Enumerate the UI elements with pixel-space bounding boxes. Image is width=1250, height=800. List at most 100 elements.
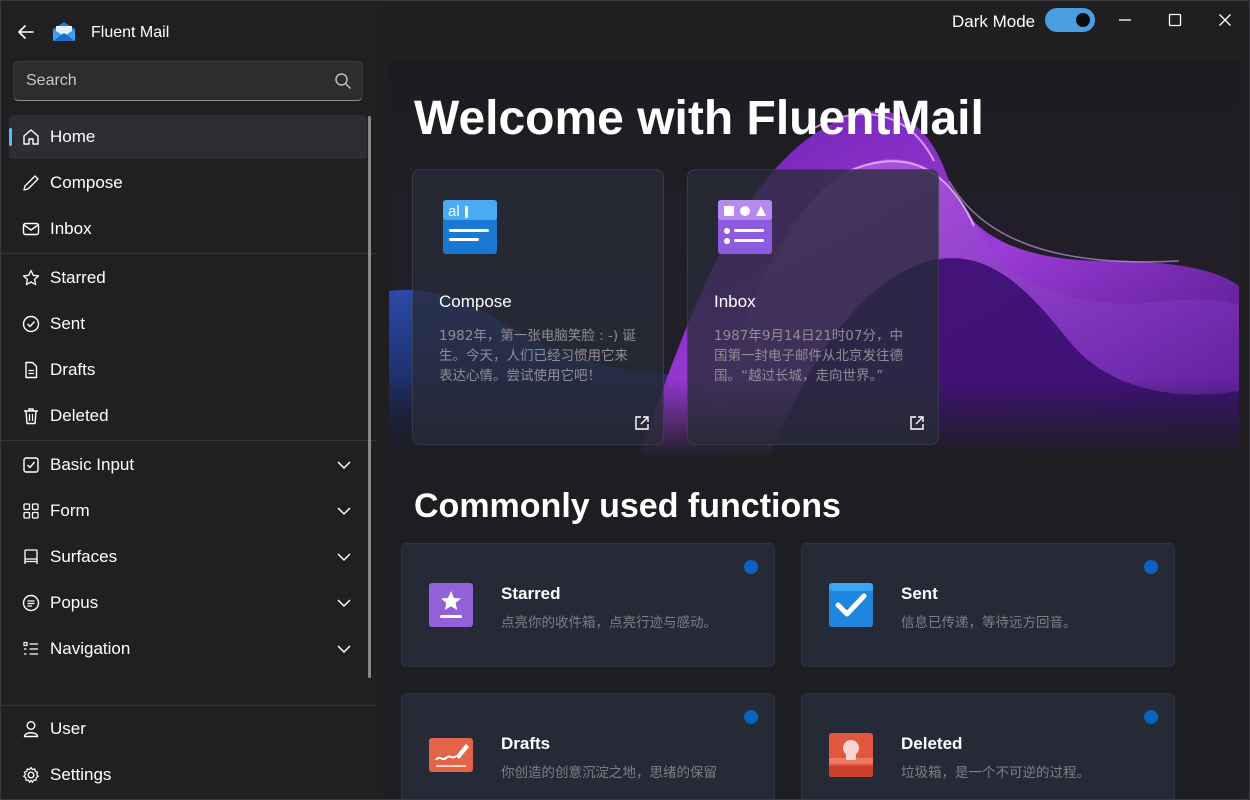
deleted-function-card[interactable]: Deleted 垃圾箱，是一个不可逆的过程。 (801, 693, 1175, 799)
sidebar-item-label: Drafts (50, 360, 96, 379)
sidebar-item-label: User (50, 719, 86, 738)
sidebar-item-label: Starred (50, 268, 106, 287)
sidebar-item-label: Basic Input (50, 455, 135, 474)
sidebar-item-starred[interactable]: Starred (9, 256, 367, 300)
search-icon[interactable] (334, 72, 352, 90)
maximize-icon (1168, 13, 1182, 27)
card-title: Sent (901, 584, 938, 603)
pencil-icon (21, 173, 41, 193)
sidebar-scrollbar[interactable] (368, 116, 371, 678)
sidebar-item-label: Inbox (50, 219, 92, 238)
card-description: 1982年，第一张电脑笑脸 : -) 诞生。今天，人们已经习惯用它来表达心情。尝… (439, 328, 636, 384)
toggle-knob (1076, 13, 1090, 27)
hero-banner: Welcome with FluentMail al Compose 1982年… (389, 61, 1239, 457)
compose-app-icon: al (441, 198, 499, 256)
sidebar-item-user[interactable]: User (9, 707, 367, 751)
checkbox-icon (21, 455, 41, 475)
minimize-button[interactable] (1114, 9, 1136, 31)
sidebar-item-settings[interactable]: Settings (9, 753, 367, 797)
maximize-button[interactable] (1164, 9, 1186, 31)
app-title: Fluent Mail (91, 24, 170, 41)
sidebar-item-label: Form (50, 501, 90, 520)
close-icon (1219, 14, 1231, 26)
back-button[interactable] (11, 17, 41, 47)
divider (1, 253, 377, 254)
inbox-card[interactable]: Inbox 1987年9月14日21时07分，中国第一封电子邮件从北京发往德国。… (687, 169, 939, 445)
divider (1, 440, 377, 441)
compose-card[interactable]: al Compose 1982年，第一张电脑笑脸 : -) 诞生。今天，人们已经… (412, 169, 664, 445)
open-external-icon[interactable] (908, 414, 926, 432)
sidebar-item-basic-input[interactable]: Basic Input (9, 443, 367, 487)
dark-mode-label: Dark Mode (952, 12, 1036, 31)
page-title: Welcome with FluentMail (414, 92, 984, 145)
sidebar-item-surfaces[interactable]: Surfaces (9, 535, 367, 579)
main-content: Welcome with FluentMail al Compose 1982年… (389, 61, 1239, 799)
inbox-app-icon (716, 198, 774, 256)
sidebar-item-label: Surfaces (50, 547, 118, 566)
sidebar-item-home[interactable]: Home (9, 115, 367, 159)
card-description: 垃圾箱，是一个不可逆的过程。 (901, 765, 1090, 781)
status-dot (1144, 710, 1158, 724)
status-dot (744, 560, 758, 574)
card-title: Starred (501, 584, 561, 603)
sidebar-item-label: Popus (50, 593, 99, 612)
sidebar-item-navigation[interactable]: Navigation (9, 627, 367, 671)
gear-icon (21, 765, 41, 785)
status-dot (744, 710, 758, 724)
starred-app-icon (428, 582, 474, 628)
sidebar-item-form[interactable]: Form (9, 489, 367, 533)
chevron-down-icon[interactable] (335, 502, 353, 520)
sent-app-icon (828, 582, 874, 628)
trash-icon (21, 406, 41, 426)
chevron-down-icon[interactable] (335, 594, 353, 612)
sidebar-item-label: Settings (50, 765, 112, 784)
sidebar-item-label: Home (50, 127, 96, 146)
chevron-down-icon[interactable] (335, 640, 353, 658)
mail-logo-icon (51, 21, 77, 43)
sidebar-item-sent[interactable]: Sent (9, 302, 367, 346)
document-icon (21, 360, 41, 380)
mail-icon (21, 219, 41, 239)
minimize-icon (1119, 19, 1131, 21)
card-description: 你创造的创意沉淀之地，思绪的保留 (501, 765, 717, 781)
app-window: Fluent Mail Home Compose Inbox (0, 0, 1250, 800)
search-box[interactable] (13, 61, 363, 101)
drafts-function-card[interactable]: Drafts 你创造的创意沉淀之地，思绪的保留 (401, 693, 775, 799)
deleted-app-icon (828, 732, 874, 778)
card-title: Deleted (901, 734, 963, 753)
home-icon (21, 127, 41, 147)
grid-icon (21, 501, 41, 521)
card-description: 信息已传递，等待远方回音。 (901, 615, 1077, 631)
arrow-left-icon (18, 25, 34, 39)
sidebar: Fluent Mail Home Compose Inbox (1, 1, 379, 799)
sidebar-item-label: Compose (50, 173, 123, 192)
card-description: 1987年9月14日21时07分，中国第一封电子邮件从北京发往德国。“越过长城，… (714, 328, 903, 384)
close-button[interactable] (1214, 9, 1236, 31)
sidebar-item-compose[interactable]: Compose (9, 161, 367, 205)
person-icon (21, 719, 41, 739)
open-external-icon[interactable] (633, 414, 651, 432)
check-circle-icon (21, 314, 41, 334)
sidebar-item-inbox[interactable]: Inbox (9, 207, 367, 251)
list-circle-icon (21, 593, 41, 613)
chevron-down-icon[interactable] (335, 548, 353, 566)
chevron-down-icon[interactable] (335, 456, 353, 474)
card-title: Drafts (501, 734, 551, 753)
status-dot (1144, 560, 1158, 574)
card-title: Compose (439, 292, 512, 311)
sidebar-item-label: Deleted (50, 406, 109, 425)
sidebar-item-drafts[interactable]: Drafts (9, 348, 367, 392)
card-title: Inbox (714, 292, 756, 311)
sidebar-item-deleted[interactable]: Deleted (9, 394, 367, 438)
nav-footer: User Settings (1, 705, 379, 799)
sidebar-item-popus[interactable]: Popus (9, 581, 367, 625)
search-input[interactable] (26, 72, 316, 90)
starred-function-card[interactable]: Starred 点亮你的收件箱，点亮行迹与感动。 (401, 543, 775, 667)
star-icon (21, 268, 41, 288)
section-title: Commonly used functions (414, 487, 841, 525)
dark-mode-toggle[interactable] (1045, 8, 1095, 32)
sidebar-item-label: Navigation (50, 639, 131, 658)
sent-function-card[interactable]: Sent 信息已传递，等待远方回音。 (801, 543, 1175, 667)
easel-icon (21, 547, 41, 567)
sidebar-item-label: Sent (50, 314, 85, 333)
